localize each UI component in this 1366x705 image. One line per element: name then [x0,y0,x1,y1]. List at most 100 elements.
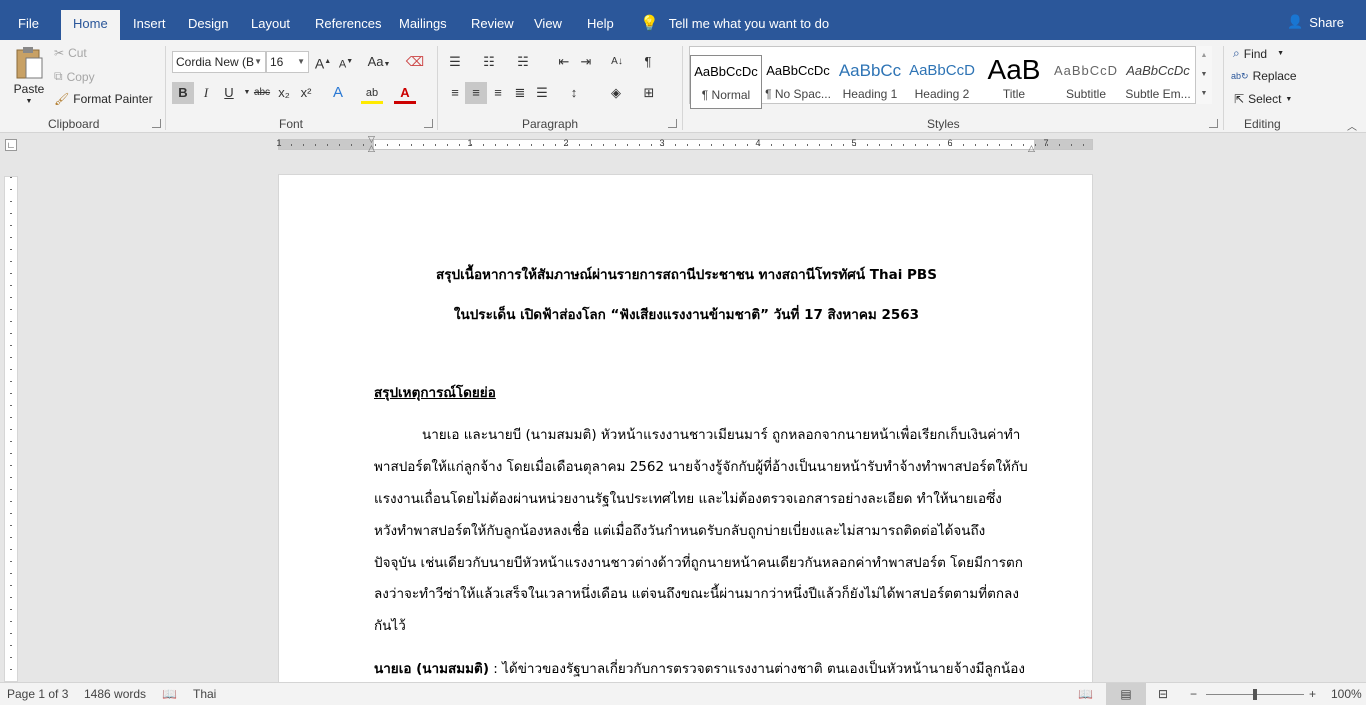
subscript-icon: x₂ [278,85,290,100]
style-heading-2[interactable]: AaBbCcD Heading 2 [906,55,978,109]
ruler-tick [591,144,592,146]
font-color-button[interactable]: A [394,82,416,104]
document-title-line-2: ในประเด็น เปิดฟ้าส่องโลก “ฟังเสียงแรงงาน… [453,307,920,323]
clear-formatting-button[interactable]: ⌫ [404,51,426,73]
paragraph-line: ปัจจุบัน เช่นเดียวกับนายบีหัวหน้าแรงงานช… [374,555,1023,571]
web-layout-icon[interactable]: ⊟ [1158,687,1168,701]
zoom-slider-thumb[interactable] [1253,689,1257,700]
indent-marker-icon[interactable]: ▽ △ [368,135,375,153]
change-case-button[interactable]: Aa▼ [364,51,394,73]
bold-button[interactable]: B [172,82,194,104]
more-styles-icon[interactable]: ▼ [1196,84,1212,103]
sort-button[interactable]: A↓ [606,51,628,73]
select-button[interactable]: ⇱ Select ▼ [1234,92,1292,106]
justify-icon: ≣ [514,85,526,100]
replace-button[interactable]: ab↻ Replace [1231,69,1297,83]
share-button[interactable]: 👤 Share [1287,14,1344,30]
increase-indent-button[interactable]: ⇥ [575,51,597,73]
text-effects-button[interactable]: A [327,82,349,104]
ruler-tick [10,369,12,370]
zoom-level[interactable]: 100% [1331,687,1362,701]
dialog-launcher-icon[interactable] [1209,119,1218,128]
search-icon: ⌕ [1233,46,1240,60]
tell-me-box[interactable]: 💡 Tell me what you want to do [640,14,829,32]
distributed-button[interactable]: ☰ [531,82,553,104]
ruler-tick [879,144,880,146]
copy-button[interactable]: ⧉ Copy [54,69,95,84]
tab-references[interactable]: References [303,10,393,40]
ruler-tick [10,261,12,262]
ruler-tick [903,144,904,146]
tab-view[interactable]: View [522,10,574,40]
tab-help[interactable]: Help [575,10,626,40]
numbered-list-icon: ☷ [483,54,495,69]
collapse-ribbon-icon[interactable]: ︿ [1347,118,1357,133]
proofing-icon[interactable]: 📖 [162,687,177,701]
style-subtle-emphasis[interactable]: AaBbCcDc Subtle Em... [1122,55,1194,109]
show-marks-button[interactable]: ¶ [637,51,659,73]
shrink-font-button[interactable]: A▼ [335,51,357,73]
scroll-down-icon[interactable]: ▼ [1196,65,1212,84]
superscript-button[interactable]: x² [295,82,317,104]
format-painter-button[interactable]: 🖌 Format Painter [54,92,153,106]
dialog-launcher-icon[interactable] [424,119,433,128]
align-center-button[interactable]: ≡ [465,82,487,104]
borders-button[interactable]: ⊞ [638,82,660,104]
divider [437,46,438,130]
style-preview: AaBbCcDc [694,64,758,79]
grow-font-button[interactable]: A▲ [312,51,334,73]
zoom-in-icon[interactable]: + [1309,687,1316,701]
style-no-spacing[interactable]: AaBbCcDc ¶ No Spac... [762,55,834,109]
line-spacing-button[interactable]: ↕ [563,82,585,104]
style-subtitle[interactable]: AaBbCcD Subtitle [1050,55,1122,109]
styles-gallery-scroll[interactable]: ▲ ▼ ▼ [1195,46,1212,104]
multilevel-list-button[interactable]: ☵ [512,51,534,73]
strikethrough-button[interactable]: abc [251,82,273,104]
shading-button[interactable]: ◈ [605,82,627,104]
find-button[interactable]: ⌕ Find ▼ [1233,46,1284,61]
highlight-button[interactable]: ab [361,82,383,104]
dialog-launcher-icon[interactable] [668,119,677,128]
style-name: Subtitle [1065,87,1107,101]
ruler-tick [975,144,976,146]
ruler-bar[interactable]: 1 1 2 3 4 5 6 7 ▽ △ △ [276,135,1093,153]
tab-home[interactable]: Home [61,10,120,40]
scroll-up-icon[interactable]: ▲ [1196,46,1212,65]
align-right-button[interactable]: ≡ [487,82,509,104]
tab-file[interactable]: File [6,10,51,40]
read-mode-icon[interactable]: 📖 [1078,687,1093,701]
align-left-button[interactable]: ≡ [444,82,466,104]
tab-layout[interactable]: Layout [239,10,302,40]
tab-review[interactable]: Review [459,10,526,40]
ruler-tick [387,144,388,146]
right-indent-icon[interactable]: △ [1028,143,1035,154]
justify-button[interactable]: ≣ [509,82,531,104]
decrease-indent-button[interactable]: ⇤ [553,51,575,73]
paste-button[interactable]: Paste ▼ [12,46,46,105]
tab-selector-icon[interactable]: ∟ [5,139,17,151]
page-count[interactable]: Page 1 of 3 [7,687,68,701]
bullets-button[interactable]: ☰ [444,51,466,73]
style-title[interactable]: AaB Title [978,55,1050,109]
print-layout-icon[interactable]: ▤ [1106,683,1146,705]
ruler-tick [459,144,460,146]
tab-insert[interactable]: Insert [121,10,178,40]
ruler-tick [663,144,664,146]
style-heading-1[interactable]: AaBbCc Heading 1 [834,55,906,109]
tab-mailings[interactable]: Mailings [387,10,459,40]
ruler-tick [10,429,12,430]
dialog-launcher-icon[interactable] [152,119,161,128]
style-normal[interactable]: AaBbCcDc ¶ Normal [690,55,762,109]
font-name-combo[interactable]: Cordia New (B ▼ [172,51,266,73]
section-heading: สรุปเหตุการณ์โดยย่อ [374,385,496,401]
italic-button[interactable]: I [195,82,217,104]
subscript-button[interactable]: x₂ [273,82,295,104]
language-indicator[interactable]: Thai [193,687,216,701]
numbering-button[interactable]: ☷ [478,51,500,73]
zoom-out-icon[interactable]: − [1190,687,1197,701]
document-page[interactable]: สรุปเนื้อหาการให้สัมภาษณ์ผ่านรายการสถานี… [278,174,1093,694]
word-count[interactable]: 1486 words [84,687,146,701]
tab-design[interactable]: Design [176,10,240,40]
cut-button[interactable]: ✂ Cut [54,46,87,60]
font-size-combo[interactable]: 16 ▼ [266,51,309,73]
